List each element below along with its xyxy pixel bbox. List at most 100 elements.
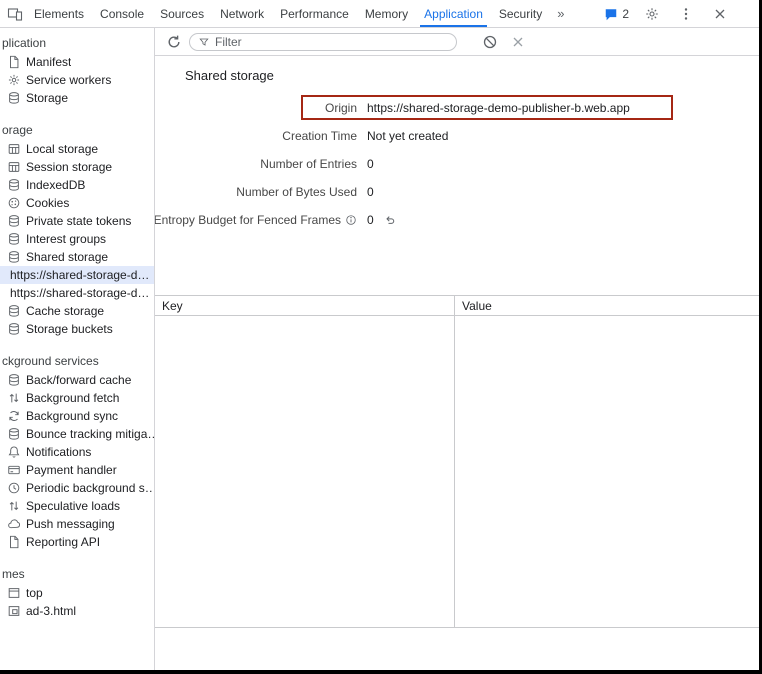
sidebar-item-label: Bounce tracking mitiga… <box>26 427 154 441</box>
tab-sources[interactable]: Sources <box>152 0 212 27</box>
sidebar-item-storage[interactable]: Storage <box>0 89 154 107</box>
value-column-body <box>455 316 759 627</box>
sidebar-item-shared-storage[interactable]: Shared storage <box>0 248 154 266</box>
tab-security[interactable]: Security <box>491 0 550 27</box>
entries-table: Key Value <box>155 295 759 628</box>
sidebar-item-label: https://shared-storage-d… <box>10 286 149 300</box>
sidebar-item-speculative-loads[interactable]: Speculative loads <box>0 497 154 515</box>
sidebar-item-label: Shared storage <box>26 250 108 264</box>
sidebar-item-label: Local storage <box>26 142 98 156</box>
meta-label: Creation Time <box>163 127 357 145</box>
sidebar-item-private-state-tokens[interactable]: Private state tokens <box>0 212 154 230</box>
meta-label: Number of Bytes Used <box>163 183 357 201</box>
filter-input[interactable] <box>215 35 448 49</box>
sidebar-item-label: Cache storage <box>26 304 104 318</box>
sidebar-item-label: Periodic background s… <box>26 481 154 495</box>
sidebar-section-header: mes <box>0 565 154 583</box>
gear-icon <box>7 73 21 87</box>
sidebar-item-label: Push messaging <box>26 517 115 531</box>
db-icon <box>7 232 21 246</box>
tab-network[interactable]: Network <box>212 0 272 27</box>
sidebar-item-top[interactable]: top <box>0 584 154 602</box>
sidebar-item-interest-groups[interactable]: Interest groups <box>0 230 154 248</box>
sidebar-section-header: orage <box>0 121 154 139</box>
key-column-body <box>155 316 455 627</box>
db-icon <box>7 322 21 336</box>
sidebar-item-https-shared-storage-d[interactable]: https://shared-storage-d… <box>0 266 154 284</box>
clock-icon <box>7 481 21 495</box>
tab-performance[interactable]: Performance <box>272 0 357 27</box>
sidebar-item-periodic-background-s[interactable]: Periodic background s… <box>0 479 154 497</box>
sidebar-item-label: Cookies <box>26 196 69 210</box>
tab-console[interactable]: Console <box>92 0 152 27</box>
entries-table-body <box>155 316 759 628</box>
tab-application[interactable]: Application <box>416 0 491 27</box>
cookie-icon <box>7 196 21 210</box>
column-header-value[interactable]: Value <box>455 296 759 315</box>
db-icon <box>7 427 21 441</box>
meta-label: Number of Entries <box>163 155 357 173</box>
meta-value: 0 <box>367 211 759 229</box>
sidebar-section-header: ckground services <box>0 352 154 370</box>
sidebar-item-label: Background sync <box>26 409 118 423</box>
db-icon <box>7 214 21 228</box>
sidebar-item-background-fetch[interactable]: Background fetch <box>0 389 154 407</box>
sidebar-item-label: IndexedDB <box>26 178 85 192</box>
more-options-button[interactable] <box>675 3 697 25</box>
sidebar-item-label: https://shared-storage-d… <box>10 268 149 282</box>
sidebar-item-bounce-tracking-mitiga[interactable]: Bounce tracking mitiga… <box>0 425 154 443</box>
more-tabs-button[interactable]: » <box>550 6 571 21</box>
sidebar-item-label: Back/forward cache <box>26 373 131 387</box>
application-sidebar: plication Manifest Service workers Storage o… <box>0 28 155 670</box>
column-header-key[interactable]: Key <box>155 296 455 315</box>
sidebar-item-label: Service workers <box>26 73 111 87</box>
shared-storage-panel: Shared storage Originhttps://shared-stor… <box>155 28 759 670</box>
sidebar-item-label: Interest groups <box>26 232 106 246</box>
sidebar-item-payment-handler[interactable]: Payment handler <box>0 461 154 479</box>
tab-memory[interactable]: Memory <box>357 0 416 27</box>
refresh-button[interactable] <box>163 31 185 53</box>
issues-counter[interactable]: 2 <box>604 7 629 21</box>
sidebar-item-ad-3-html[interactable]: ad-3.html <box>0 602 154 620</box>
sidebar-item-storage-buckets[interactable]: Storage buckets <box>0 320 154 338</box>
sidebar-item-indexeddb[interactable]: IndexedDB <box>0 176 154 194</box>
view-title: Shared storage <box>185 68 759 83</box>
sidebar-item-local-storage[interactable]: Local storage <box>0 140 154 158</box>
sidebar-item-label: ad-3.html <box>26 604 76 618</box>
sidebar-item-label: Manifest <box>26 55 71 69</box>
meta-value: 0 <box>367 155 759 173</box>
doc-icon <box>7 55 21 69</box>
meta-value: 0 <box>367 183 759 201</box>
settings-button[interactable] <box>641 3 663 25</box>
metadata-grid: Originhttps://shared-storage-demo-publis… <box>163 99 759 229</box>
sidebar-item-cookies[interactable]: Cookies <box>0 194 154 212</box>
sidebar-item-back-forward-cache[interactable]: Back/forward cache <box>0 371 154 389</box>
sidebar-item-https-shared-storage-d[interactable]: https://shared-storage-d… <box>0 284 154 302</box>
sidebar-item-manifest[interactable]: Manifest <box>0 53 154 71</box>
sidebar-item-reporting-api[interactable]: Reporting API <box>0 533 154 551</box>
sidebar-item-label: Background fetch <box>26 391 119 405</box>
delete-selected-button[interactable] <box>507 31 529 53</box>
close-devtools-button[interactable] <box>709 3 731 25</box>
meta-value: Not yet created <box>367 127 759 145</box>
filter-box[interactable] <box>189 33 457 51</box>
panel-layout: plication Manifest Service workers Storage o… <box>0 28 759 670</box>
info-icon[interactable] <box>345 214 357 226</box>
sidebar-item-label: Session storage <box>26 160 112 174</box>
toggle-device-toolbar-icon[interactable] <box>4 3 26 25</box>
tab-elements[interactable]: Elements <box>26 0 92 27</box>
sidebar-item-service-workers[interactable]: Service workers <box>0 71 154 89</box>
delete-all-button[interactable] <box>479 31 501 53</box>
meta-label: Origin <box>163 99 357 117</box>
sidebar-section-header: plication <box>0 34 154 52</box>
sidebar-item-cache-storage[interactable]: Cache storage <box>0 302 154 320</box>
table-icon <box>7 142 21 156</box>
sidebar-item-notifications[interactable]: Notifications <box>0 443 154 461</box>
sidebar-item-background-sync[interactable]: Background sync <box>0 407 154 425</box>
sidebar-item-label: Private state tokens <box>26 214 131 228</box>
sidebar-item-session-storage[interactable]: Session storage <box>0 158 154 176</box>
sidebar-item-push-messaging[interactable]: Push messaging <box>0 515 154 533</box>
storage-toolbar <box>155 28 759 56</box>
reset-budget-icon[interactable] <box>384 214 396 226</box>
sidebar-item-label: Storage <box>26 91 68 105</box>
